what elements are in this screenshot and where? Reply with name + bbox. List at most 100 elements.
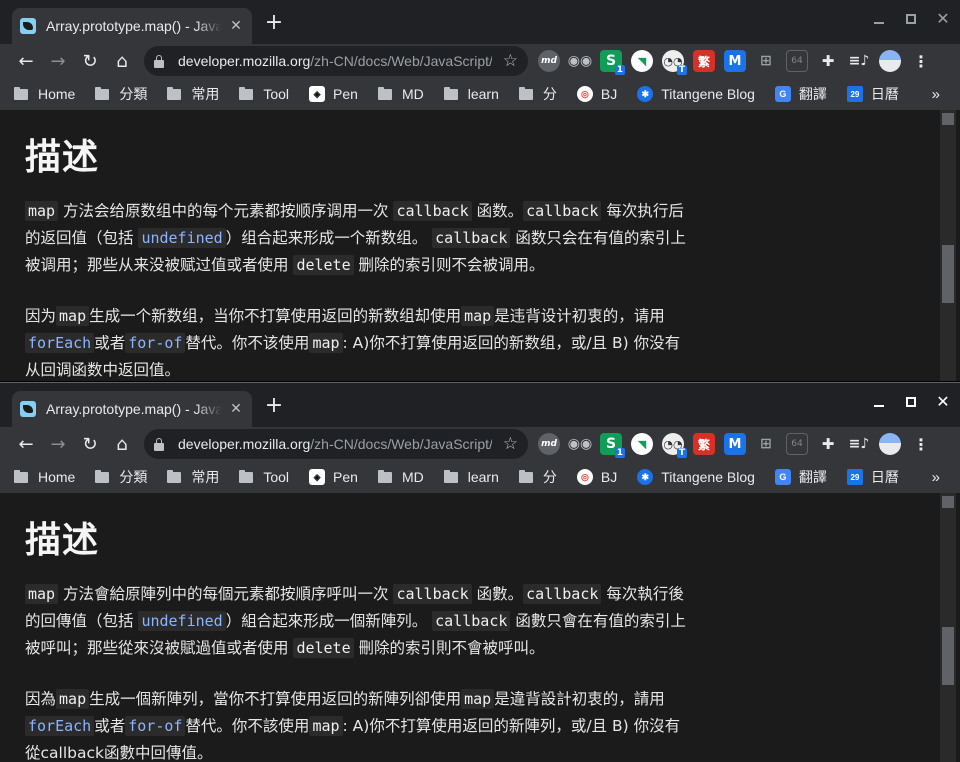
bookmark-link[interactable]: G 翻譯	[774, 467, 827, 487]
url-text[interactable]: developer.mozilla.org/zh-CN/docs/Web/Jav…	[178, 53, 492, 69]
extension-m-icon[interactable]: M	[724, 50, 746, 72]
bookmark-folder[interactable]: Home	[14, 86, 75, 102]
bookmark-folder[interactable]: 分	[518, 84, 557, 104]
reload-button[interactable]: ↻	[74, 429, 106, 459]
bookmarks-overflow-button[interactable]: »	[932, 469, 940, 486]
bookmark-folder[interactable]: Home	[14, 469, 75, 485]
extension-circle-icon[interactable]: ◥	[631, 433, 653, 455]
text-run: 刪除的索引則不會被呼叫。	[353, 639, 545, 657]
scroll-up-arrow-icon[interactable]	[942, 496, 954, 508]
extension-traditional-icon[interactable]: 繁	[693, 433, 715, 455]
scrollbar-thumb[interactable]	[942, 627, 954, 685]
bookmark-folder[interactable]: 常用	[167, 467, 219, 487]
browser-tab[interactable]: Array.prototype.map() - JavaScript | MDN…	[12, 8, 252, 44]
extension-glasses-icon[interactable]: ◔◔ T	[662, 433, 687, 458]
extension-tree-icon[interactable]: ⊞	[755, 433, 777, 455]
extension-menu-icon[interactable]: ⋮	[910, 50, 932, 72]
bookmark-folder[interactable]: MD	[377, 469, 424, 485]
home-button[interactable]: ⌂	[106, 429, 138, 459]
bookmark-link[interactable]: ✱ Titangene Blog	[637, 469, 755, 485]
bookmark-link[interactable]: 29 日曆	[846, 467, 899, 487]
tab-close-icon[interactable]: ✕	[228, 401, 244, 417]
inline-code-link[interactable]: undefined	[138, 228, 226, 248]
inline-code-link[interactable]: for-of	[125, 333, 186, 353]
bookmark-link[interactable]: 29 日曆	[846, 84, 899, 104]
text-run: 替代。你不该使用	[185, 334, 310, 352]
extension-owl-icon[interactable]: ◉◉	[568, 50, 592, 72]
url-text[interactable]: developer.mozilla.org/zh-CN/docs/Web/Jav…	[178, 436, 492, 452]
text-run: 是违背设计初衷的，请用	[494, 307, 665, 325]
extension-menu-icon[interactable]: ⋮	[910, 433, 932, 455]
close-window-button[interactable]: ✕	[934, 10, 952, 28]
bookmark-link[interactable]: ◈ Pen	[309, 86, 358, 102]
inline-code-link[interactable]: undefined	[138, 611, 226, 631]
reload-button[interactable]: ↻	[74, 46, 106, 76]
maximize-button[interactable]	[902, 10, 920, 28]
minimize-button[interactable]	[870, 10, 888, 28]
extension-64-icon[interactable]: 64	[786, 433, 808, 455]
tab-close-icon[interactable]: ✕	[228, 18, 244, 34]
bookmark-folder[interactable]: learn	[443, 86, 499, 102]
extension-traditional-icon[interactable]: 繁	[693, 50, 715, 72]
vertical-scrollbar[interactable]	[940, 493, 956, 762]
text-run: 因为	[25, 307, 57, 325]
extension-tree-icon[interactable]: ⊞	[755, 50, 777, 72]
extension-avatar-icon[interactable]	[879, 50, 901, 72]
inline-code-link[interactable]: for-of	[125, 716, 186, 736]
extension-s-icon[interactable]: S1	[600, 50, 625, 75]
home-button[interactable]: ⌂	[106, 46, 138, 76]
bookmark-star-icon[interactable]: ☆	[503, 51, 518, 71]
bookmark-label: 常用	[191, 86, 220, 102]
back-button[interactable]: ←	[10, 429, 42, 459]
extension-label: 繁	[697, 54, 710, 69]
extension-media-icon[interactable]: ≡♪	[848, 50, 870, 72]
bookmark-star-icon[interactable]: ☆	[503, 434, 518, 454]
extension-md-icon[interactable]: md	[538, 433, 560, 455]
close-window-button[interactable]: ✕	[934, 393, 952, 411]
bookmark-folder[interactable]: Tool	[239, 469, 289, 485]
vertical-scrollbar[interactable]	[940, 110, 956, 381]
extension-s-icon[interactable]: S1	[600, 433, 625, 458]
extension-puzzle-icon[interactable]: ✚	[817, 50, 839, 72]
bookmarks-overflow-button[interactable]: »	[932, 86, 940, 103]
bookmark-folder[interactable]: 分類	[95, 84, 147, 104]
bookmark-link[interactable]: ◎ BJ	[576, 469, 617, 485]
extension-puzzle-icon[interactable]: ✚	[817, 433, 839, 455]
scroll-up-arrow-icon[interactable]	[942, 113, 954, 125]
extension-avatar-icon[interactable]	[879, 433, 901, 455]
forward-button[interactable]: →	[42, 429, 74, 459]
browser-tab[interactable]: Array.prototype.map() - JavaScript | MDN…	[12, 391, 252, 427]
new-tab-button[interactable]: +	[262, 395, 286, 419]
bookmark-label: 分	[542, 86, 557, 102]
bookmark-folder[interactable]: MD	[377, 86, 424, 102]
new-tab-button[interactable]: +	[262, 12, 286, 36]
back-button[interactable]: ←	[10, 46, 42, 76]
bookmark-folder[interactable]: 常用	[167, 84, 219, 104]
bookmark-link[interactable]: ◈ Pen	[309, 469, 358, 485]
address-bar[interactable]: developer.mozilla.org/zh-CN/docs/Web/Jav…	[144, 46, 528, 76]
address-bar[interactable]: developer.mozilla.org/zh-CN/docs/Web/Jav…	[144, 429, 528, 459]
bookmark-link[interactable]: G 翻譯	[774, 84, 827, 104]
extension-64-icon[interactable]: 64	[786, 50, 808, 72]
bookmark-folder[interactable]: 分	[518, 467, 557, 487]
extension-circle-icon[interactable]: ◥	[631, 50, 653, 72]
inline-code-link[interactable]: forEach	[25, 333, 95, 353]
maximize-button[interactable]	[902, 393, 920, 411]
extension-md-icon[interactable]: md	[538, 50, 560, 72]
bookmark-folder[interactable]: learn	[443, 469, 499, 485]
extension-media-icon[interactable]: ≡♪	[848, 433, 870, 455]
extension-glasses-icon[interactable]: ◔◔ T	[662, 50, 687, 75]
extension-m-icon[interactable]: M	[724, 433, 746, 455]
bookmark-link[interactable]: ✱ Titangene Blog	[637, 86, 755, 102]
bookmark-folder[interactable]: 分類	[95, 467, 147, 487]
bookmark-link[interactable]: ◎ BJ	[576, 86, 617, 102]
bookmark-folder[interactable]: Tool	[239, 86, 289, 102]
forward-button[interactable]: →	[42, 46, 74, 76]
mdn-favicon-icon	[20, 401, 36, 417]
scrollbar-thumb[interactable]	[942, 245, 954, 303]
minimize-button[interactable]	[870, 393, 888, 411]
inline-code-link[interactable]: forEach	[25, 716, 95, 736]
extension-owl-icon[interactable]: ◉◉	[568, 433, 592, 455]
folder-icon	[95, 86, 110, 100]
bookmark-label: Home	[38, 86, 76, 102]
